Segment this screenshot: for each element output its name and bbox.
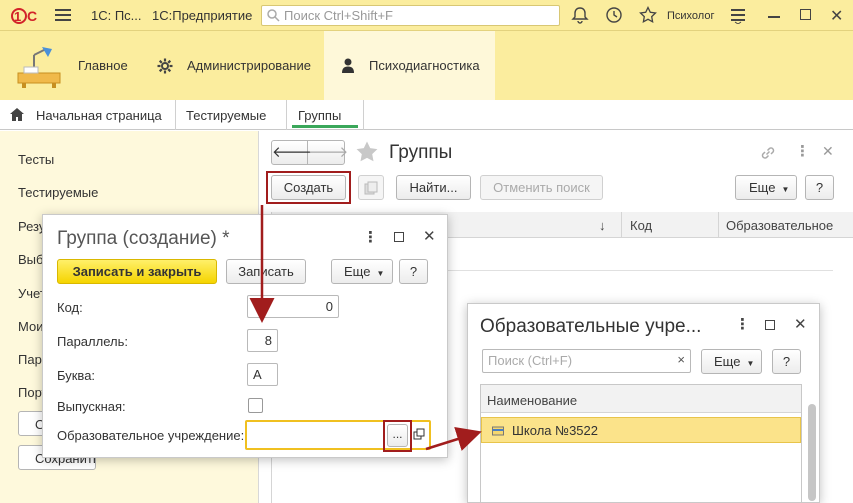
annotation-arrows — [249, 205, 482, 451]
arrow-choose-to-list — [425, 427, 482, 451]
